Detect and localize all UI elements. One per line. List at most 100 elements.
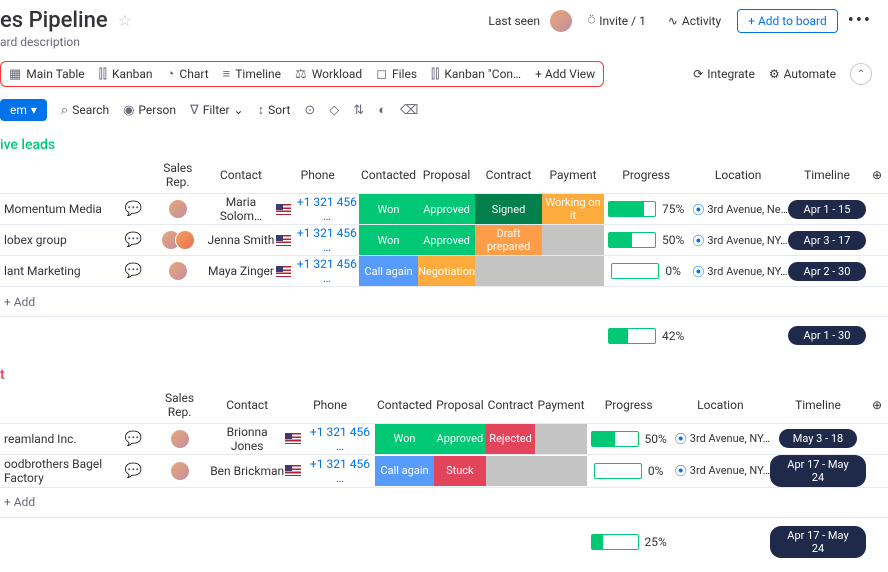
sort-button[interactable]: ↕Sort — [258, 102, 291, 118]
activity-button[interactable]: ∿Activity — [662, 10, 727, 32]
column-header[interactable]: Payment — [535, 387, 586, 424]
tab-kanban-con[interactable]: ⫿⫿Kanban "Con… — [431, 67, 521, 82]
automate-button[interactable]: ⚙Automate — [769, 67, 836, 81]
chat-icon[interactable]: 💬 — [125, 232, 142, 248]
column-header[interactable]: Progress — [604, 157, 688, 194]
item-name[interactable]: lant Marketing — [4, 264, 81, 278]
sales-rep-cell[interactable] — [150, 230, 206, 250]
color-icon[interactable]: ◐ — [378, 102, 386, 118]
column-header[interactable]: Timeline — [770, 387, 866, 424]
phone-cell[interactable]: +1 321 456 … — [285, 425, 375, 453]
location-cell[interactable]: ⦿3rd Avenue, NY… — [688, 263, 788, 280]
status-contacted[interactable]: Call again — [359, 256, 418, 286]
status-proposal[interactable]: Approved — [418, 225, 475, 255]
tab-files[interactable]: ◻Files — [376, 67, 417, 82]
tab-main-table[interactable]: ▦Main Table — [9, 67, 85, 82]
column-header[interactable]: Phone — [276, 157, 359, 194]
chat-icon[interactable]: 💬 — [125, 463, 142, 479]
star-icon[interactable]: ☆ — [118, 11, 132, 30]
phone-cell[interactable]: +1 321 456 … — [276, 226, 359, 254]
column-header[interactable]: Timeline — [788, 157, 866, 194]
column-header[interactable]: Contacted — [375, 387, 434, 424]
timeline-pill[interactable]: Apr 17 - May 24 — [770, 455, 866, 487]
column-header[interactable]: Contacted — [359, 157, 418, 194]
sales-rep-cell[interactable] — [150, 429, 209, 449]
status-proposal[interactable]: Stuck — [434, 456, 486, 486]
progress-cell[interactable]: 50% — [604, 232, 688, 248]
status-contacted[interactable]: Call again — [375, 456, 434, 486]
more-icon[interactable]: ••• — [848, 10, 872, 31]
new-item-button[interactable]: em▾ — [0, 99, 47, 121]
status-contacted[interactable]: Won — [359, 225, 418, 255]
person-filter[interactable]: ◉Person — [123, 103, 176, 118]
column-header[interactable]: Contact — [209, 387, 285, 424]
tab-kanban[interactable]: ⫿⫿Kanban — [99, 67, 153, 82]
progress-cell[interactable]: 75% — [604, 201, 688, 217]
column-header[interactable]: Contract — [475, 157, 542, 194]
column-header[interactable]: Sales Rep. — [150, 157, 206, 194]
height-icon[interactable]: ⇅ — [353, 103, 364, 118]
status-proposal[interactable]: Approved — [418, 194, 475, 224]
group-title[interactable]: t — [0, 361, 888, 387]
column-header[interactable]: Location — [671, 387, 770, 424]
column-header[interactable]: Contract — [486, 387, 536, 424]
table-row[interactable]: oodbrothers Bagel Factory💬Ben Brickman+1… — [0, 454, 888, 487]
status-contract[interactable]: Signed — [475, 194, 542, 224]
status-contacted[interactable]: Won — [359, 194, 418, 224]
add-view-button[interactable]: + Add View — [535, 67, 595, 81]
phone-cell[interactable]: +1 321 456 … — [276, 257, 359, 285]
status-payment[interactable]: Working on it — [542, 194, 604, 224]
integrate-button[interactable]: ⟳Integrate — [693, 67, 755, 81]
status-contract[interactable]: Rejected — [486, 424, 536, 454]
item-name[interactable]: lobex group — [4, 233, 67, 247]
collapse-icon[interactable]: ⌃ — [850, 63, 872, 85]
chat-icon[interactable]: 💬 — [125, 431, 142, 447]
table-row[interactable]: lant Marketing 💬 Maya Zinger+1 321 456 …Ca… — [0, 256, 888, 287]
chat-icon[interactable]: 💬 — [125, 201, 142, 217]
sales-rep-cell[interactable] — [150, 199, 206, 219]
group-title[interactable]: ive leads — [0, 131, 888, 157]
column-header[interactable]: Location — [688, 157, 788, 194]
status-proposal[interactable]: Negotiation — [418, 256, 475, 286]
contact-cell[interactable]: Brionna Jones — [209, 423, 285, 454]
column-header[interactable]: Sales Rep. — [150, 387, 209, 424]
add-column-button[interactable]: ⊕ — [866, 387, 888, 424]
progress-cell[interactable]: 0% — [604, 263, 688, 279]
table-row[interactable]: Momentum Media💬Maria Solom…+1 321 456 …W… — [0, 194, 888, 225]
sales-rep-cell[interactable] — [150, 261, 206, 281]
status-proposal[interactable]: Approved — [434, 424, 486, 454]
column-header[interactable]: Payment — [542, 157, 604, 194]
avatar[interactable] — [550, 10, 572, 32]
item-name[interactable]: reamland Inc. — [4, 432, 77, 446]
table-row[interactable]: lobex group💬Jenna Smith+1 321 456 …WonAp… — [0, 225, 888, 256]
timeline-pill[interactable]: Apr 2 - 30 — [788, 262, 866, 281]
tab-timeline[interactable]: ≡Timeline — [223, 66, 281, 82]
progress-cell[interactable]: 0% — [587, 463, 671, 479]
add-row-button[interactable]: + Add — [0, 287, 888, 317]
phone-cell[interactable]: +1 321 456 … — [276, 195, 359, 223]
add-column-button[interactable]: ⊕ — [866, 157, 888, 194]
progress-cell[interactable]: 50% — [587, 431, 671, 447]
add-row-button[interactable]: + Add — [0, 487, 888, 517]
location-cell[interactable]: ⦿3rd Avenue, NY… — [671, 462, 770, 479]
column-header[interactable]: Progress — [587, 387, 671, 424]
clean-icon[interactable]: ⌫ — [400, 103, 418, 118]
filter-button[interactable]: ∇Filter ⌄ — [190, 103, 244, 118]
tab-workload[interactable]: ⚖Workload — [295, 67, 362, 82]
tab-chart[interactable]: ◔Chart — [167, 66, 209, 82]
timeline-pill[interactable]: May 3 - 18 — [779, 429, 857, 448]
location-cell[interactable]: ⦿3rd Avenue, NY… — [688, 232, 788, 249]
column-header[interactable]: Proposal — [434, 387, 486, 424]
pin-icon[interactable]: ⊙ — [304, 103, 315, 118]
table-row[interactable]: reamland Inc.💬Brionna Jones+1 321 456 …W… — [0, 423, 888, 454]
status-contract[interactable] — [486, 456, 536, 486]
status-payment[interactable] — [535, 424, 586, 454]
contact-cell[interactable]: Maya Zinger — [206, 256, 277, 287]
column-header[interactable]: Proposal — [418, 157, 475, 194]
location-cell[interactable]: ⦿3rd Avenue, NY… — [671, 430, 770, 447]
timeline-pill[interactable]: Apr 3 - 17 — [788, 231, 866, 250]
contact-cell[interactable]: Jenna Smith — [206, 225, 277, 256]
chat-icon[interactable]: 💬 — [125, 263, 142, 279]
status-contract[interactable]: Draft prepared — [475, 225, 542, 255]
phone-cell[interactable]: +1 321 456 … — [285, 457, 375, 485]
